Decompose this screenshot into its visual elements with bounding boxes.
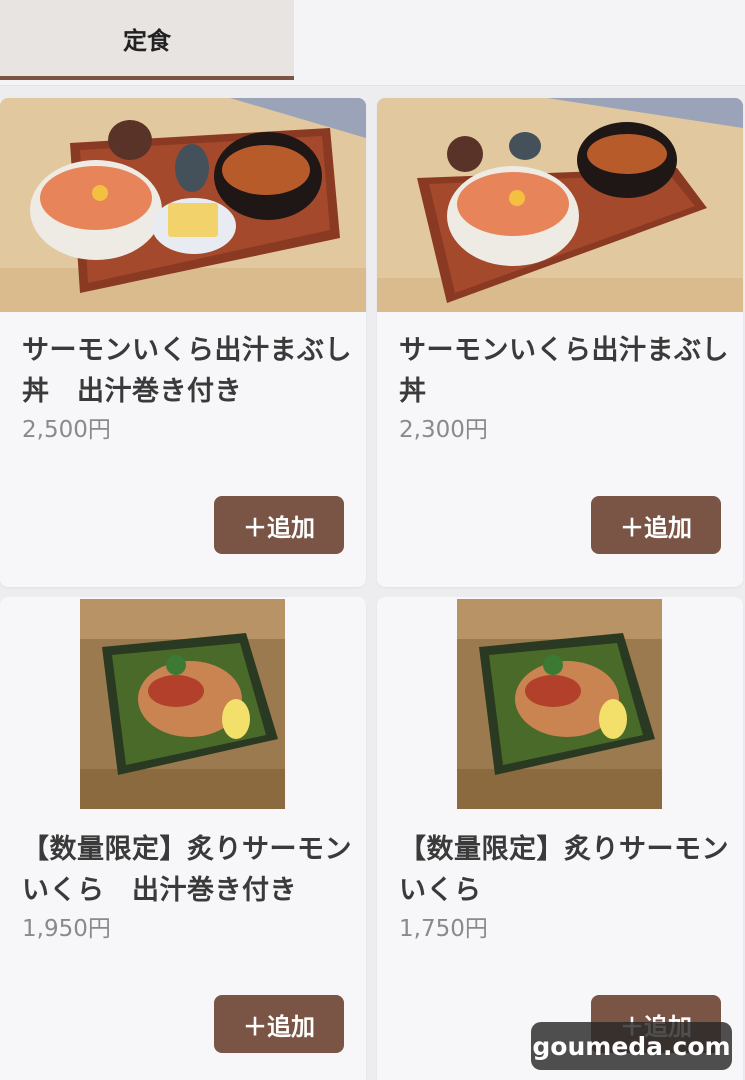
product-price: 1,950円 <box>22 916 111 942</box>
category-tab-bar: 定食 <box>0 0 745 86</box>
menu-page: 定食 サーモンいくら出汁まぶし丼 出汁巻き付き 2,500円 ＋追加 サーモンい… <box>0 0 745 1080</box>
product-photo <box>377 98 743 312</box>
product-title: サーモンいくら出汁まぶし丼 <box>399 335 729 407</box>
product-card[interactable]: 【数量限定】炙りサーモンいくら 出汁巻き付き 1,950円 ＋追加 <box>0 597 366 1080</box>
tab-label: 定食 <box>123 26 171 55</box>
product-title: サーモンいくら出汁まぶし丼 出汁巻き付き <box>22 335 352 407</box>
product-price: 2,500円 <box>22 417 111 443</box>
tab-teishoku[interactable]: 定食 <box>0 0 294 80</box>
add-button[interactable]: ＋追加 <box>214 496 344 554</box>
product-photo <box>0 98 366 312</box>
add-button[interactable]: ＋追加 <box>591 496 721 554</box>
watermark: goumeda.com <box>531 1022 732 1070</box>
product-photo <box>80 599 285 809</box>
product-price: 2,300円 <box>399 417 488 443</box>
product-price: 1,750円 <box>399 916 488 942</box>
product-card[interactable]: サーモンいくら出汁まぶし丼 2,300円 ＋追加 <box>377 98 743 587</box>
product-card[interactable]: サーモンいくら出汁まぶし丼 出汁巻き付き 2,500円 ＋追加 <box>0 98 366 587</box>
add-button[interactable]: ＋追加 <box>214 995 344 1053</box>
product-card[interactable]: 【数量限定】炙りサーモンいくら 1,750円 ＋追加 <box>377 597 743 1080</box>
product-photo <box>457 599 662 809</box>
product-title: 【数量限定】炙りサーモンいくら <box>399 834 729 906</box>
product-title: 【数量限定】炙りサーモンいくら 出汁巻き付き <box>22 834 352 906</box>
